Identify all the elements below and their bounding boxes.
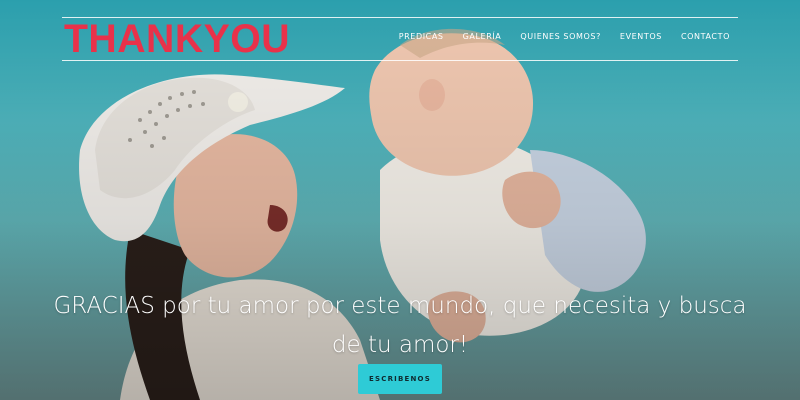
main-nav: PREDICAS GALERÍA QUIENES SOMOS? EVENTOS … xyxy=(399,32,730,41)
nav-item-galeria[interactable]: GALERÍA xyxy=(463,32,502,41)
site-logo[interactable]: THANKYOU xyxy=(64,15,290,63)
contact-cta-button[interactable]: ESCRIBENOS xyxy=(358,364,442,394)
hero-headline: GRACIAS por tu amor por este mundo, que … xyxy=(53,293,747,358)
nav-item-predicas[interactable]: PREDICAS xyxy=(399,32,444,41)
nav-item-quienes-somos[interactable]: QUIENES SOMOS? xyxy=(520,32,601,41)
nav-item-eventos[interactable]: EVENTOS xyxy=(620,32,662,41)
nav-item-contacto[interactable]: CONTACTO xyxy=(681,32,730,41)
